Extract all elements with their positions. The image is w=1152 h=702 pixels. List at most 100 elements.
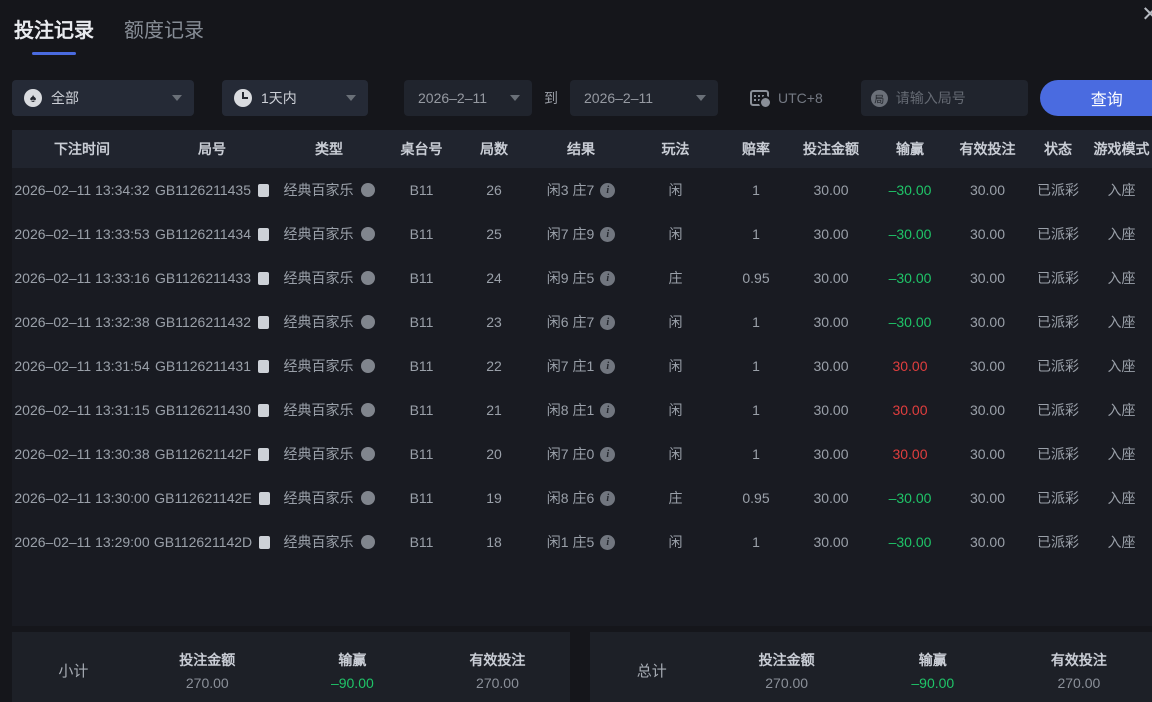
date-from-select[interactable]: 2026–2–11 bbox=[404, 80, 532, 116]
game-type-cell: 经典百家乐 bbox=[272, 400, 386, 420]
result-info-icon[interactable]: i bbox=[600, 226, 616, 242]
calendar-clock-icon[interactable] bbox=[750, 90, 772, 109]
game-type-select[interactable]: ♠ 全部 bbox=[12, 80, 194, 116]
odds-cell: 1 bbox=[752, 314, 760, 330]
status-cell: 已派彩 bbox=[1037, 534, 1079, 550]
status-cell: 已派彩 bbox=[1037, 358, 1079, 374]
game-mode-cell: 入座 bbox=[1107, 534, 1136, 550]
bet-amount-cell: 30.00 bbox=[813, 402, 849, 418]
date-to-select[interactable]: 2026–2–11 bbox=[570, 80, 718, 116]
result-info-icon[interactable]: i bbox=[600, 446, 616, 462]
bet-amount-cell: 30.00 bbox=[813, 446, 849, 462]
status-cell: 已派彩 bbox=[1037, 490, 1079, 506]
tab-credit-records[interactable]: 额度记录 bbox=[124, 14, 204, 55]
column-header: 投注金额 bbox=[803, 141, 859, 157]
game-type-cell: 经典百家乐 bbox=[272, 180, 386, 200]
bet-time-cell: 2026–02–11 13:30:38 bbox=[14, 446, 150, 462]
bet-amount-value: 270.00 bbox=[185, 674, 229, 691]
game-type-cell: 经典百家乐 bbox=[272, 488, 386, 508]
copy-icon[interactable] bbox=[259, 535, 271, 549]
round-number-cell: 24 bbox=[486, 270, 502, 286]
game-type-cell: 经典百家乐 bbox=[272, 268, 386, 288]
game-id-cell: GB1126211430 bbox=[152, 402, 272, 418]
result-info-icon[interactable]: i bbox=[600, 358, 616, 374]
game-type-cell: 经典百家乐 bbox=[272, 532, 386, 552]
odds-cell: 0.95 bbox=[742, 490, 770, 506]
valid-bet-cell: 30.00 bbox=[969, 226, 1006, 242]
result-info-icon[interactable]: i bbox=[600, 490, 616, 506]
bet-time-cell: 2026–02–11 13:30:00 bbox=[14, 490, 150, 506]
win-loss-value: –90.00 bbox=[330, 674, 374, 691]
column-header: 结果 bbox=[567, 141, 595, 157]
total-valid-bet: 有效投注 270.00 bbox=[1006, 650, 1152, 691]
bet-time-cell: 2026–02–11 13:34:32 bbox=[14, 182, 150, 198]
round-number-cell: 26 bbox=[486, 182, 502, 198]
status-cell: 已派彩 bbox=[1037, 182, 1079, 198]
win-loss-cell: –30.00 bbox=[888, 314, 932, 330]
result-info-icon[interactable]: i bbox=[600, 314, 616, 330]
bet-amount-cell: 30.00 bbox=[813, 226, 849, 242]
game-mode-cell: 入座 bbox=[1107, 314, 1136, 330]
win-loss-cell: 30.00 bbox=[892, 402, 928, 418]
copy-icon[interactable] bbox=[258, 227, 269, 241]
result-info-icon[interactable]: i bbox=[600, 182, 616, 198]
copy-icon[interactable] bbox=[258, 491, 270, 505]
table-number-cell: B11 bbox=[409, 446, 434, 462]
close-icon[interactable]: ✕ bbox=[1141, 4, 1152, 25]
game-type-icon bbox=[360, 227, 375, 241]
status-cell: 已派彩 bbox=[1037, 402, 1079, 418]
query-button[interactable]: 查询 bbox=[1039, 80, 1152, 116]
result-info-icon[interactable]: i bbox=[600, 270, 616, 286]
column-header: 下注时间 bbox=[54, 141, 110, 157]
result-info-icon[interactable]: i bbox=[600, 402, 616, 418]
table-row: 2026–02–11 13:33:16 GB1126211433 经典百家乐 B11 2… bbox=[12, 256, 1152, 300]
game-type-cell: 经典百家乐 bbox=[272, 224, 386, 244]
result-info-icon[interactable]: i bbox=[600, 534, 616, 550]
odds-cell: 1 bbox=[752, 402, 760, 418]
table-number-cell: B11 bbox=[409, 226, 434, 242]
win-loss-value: –90.00 bbox=[911, 674, 955, 691]
copy-icon[interactable] bbox=[258, 183, 269, 197]
game-id-cell: GB112621142F bbox=[152, 446, 272, 462]
valid-bet-cell: 30.00 bbox=[969, 314, 1006, 330]
game-mode-cell: 入座 bbox=[1107, 490, 1136, 506]
game-id-cell: GB1126211434 bbox=[152, 226, 272, 242]
column-header: 玩法 bbox=[661, 141, 690, 157]
copy-icon[interactable] bbox=[258, 315, 269, 329]
valid-bet-cell: 30.00 bbox=[969, 270, 1006, 286]
game-type-icon bbox=[360, 359, 375, 373]
play-type-cell: 闲 bbox=[668, 358, 683, 374]
table-row: 2026–02–11 13:33:53 GB1126211434 经典百家乐 B11 2… bbox=[12, 212, 1152, 256]
table-number-cell: B11 bbox=[409, 534, 434, 550]
spade-icon: ♠ bbox=[24, 89, 42, 107]
copy-icon[interactable] bbox=[258, 447, 270, 461]
bet-time-cell: 2026–02–11 13:29:00 bbox=[14, 534, 150, 550]
subtotal-label: 小计 bbox=[58, 662, 89, 680]
game-type-icon bbox=[360, 315, 375, 329]
copy-icon[interactable] bbox=[258, 403, 269, 417]
tab-bet-records[interactable]: 投注记录 bbox=[14, 14, 94, 55]
round-search-input[interactable] bbox=[895, 90, 1011, 106]
valid-bet-value: 270.00 bbox=[1057, 674, 1101, 691]
game-id-cell: GB1126211435 bbox=[152, 182, 272, 198]
game-type-icon bbox=[360, 271, 375, 285]
table-row: 2026–02–11 13:30:00 GB112621142E 经典百家乐 B11 1… bbox=[12, 476, 1152, 520]
time-range-select[interactable]: 1天内 bbox=[222, 80, 368, 116]
subtotal-valid-bet: 有效投注 270.00 bbox=[425, 650, 570, 691]
copy-icon[interactable] bbox=[258, 271, 269, 285]
table-row: 2026–02–11 13:31:15 GB1126211430 经典百家乐 B11 2… bbox=[12, 388, 1152, 432]
game-id-cell: GB112621142D bbox=[152, 534, 272, 550]
round-number-cell: 18 bbox=[486, 534, 502, 550]
win-loss-cell: –30.00 bbox=[888, 534, 932, 550]
column-header: 输赢 bbox=[896, 141, 924, 157]
bet-amount-cell: 30.00 bbox=[813, 358, 849, 374]
bet-amount-cell: 30.00 bbox=[813, 534, 849, 550]
play-type-cell: 庄 bbox=[668, 270, 683, 286]
timezone-label: UTC+8 bbox=[778, 90, 823, 106]
time-range-value: 1天内 bbox=[261, 90, 297, 106]
column-header: 游戏模式 bbox=[1093, 141, 1150, 157]
odds-cell: 1 bbox=[752, 446, 760, 462]
play-type-cell: 庄 bbox=[668, 490, 683, 506]
copy-icon[interactable] bbox=[258, 359, 269, 373]
total-win-loss: 输赢 –90.00 bbox=[860, 650, 1006, 691]
